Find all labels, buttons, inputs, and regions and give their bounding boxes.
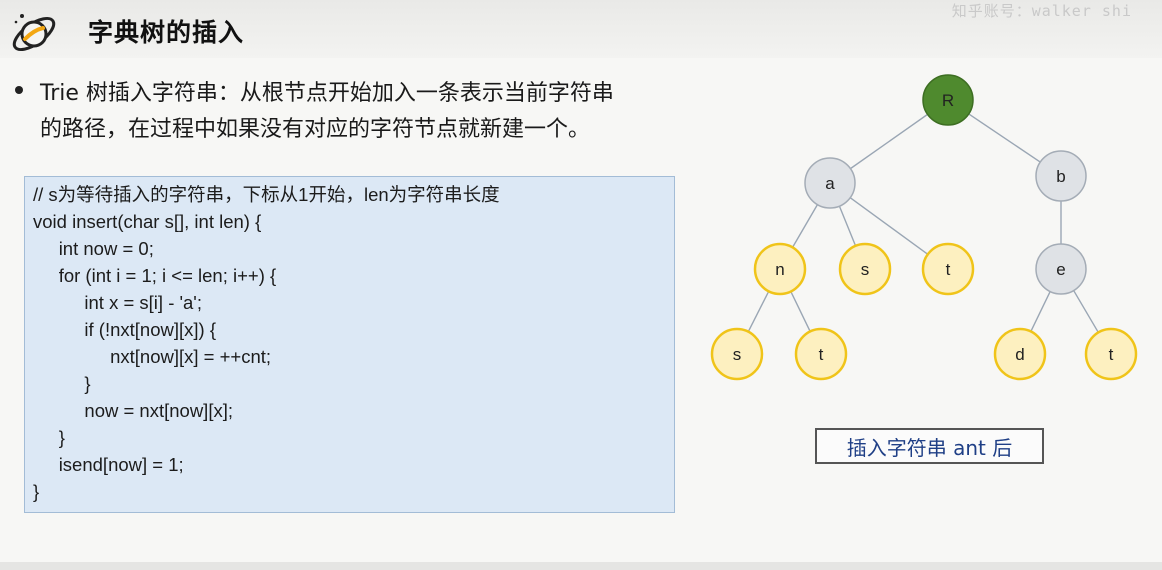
node-label: R: [942, 91, 954, 110]
tree-node-ant: t: [794, 327, 848, 381]
tree-node-as: s: [838, 242, 892, 296]
code-line: now = nxt[now][x];: [33, 400, 233, 421]
tree-node-ans: s: [710, 327, 764, 381]
tree-node-an: n: [753, 242, 807, 296]
watermark: 知乎账号：walker shi: [951, 2, 1132, 20]
tree-edge: [850, 113, 928, 170]
tree-node-bet: t: [1084, 327, 1138, 381]
caption-text: 插入字符串 ant 后: [846, 435, 1013, 460]
code-line: }: [33, 427, 65, 448]
node-label: t: [819, 345, 824, 364]
node-label: s: [861, 260, 870, 279]
code-line: int x = s[i] - 'a';: [33, 292, 202, 313]
node-label: b: [1056, 167, 1065, 186]
tree-edge: [1030, 291, 1051, 332]
node-label: s: [733, 345, 742, 364]
node-label: d: [1015, 345, 1024, 364]
code-line: for (int i = 1; i <= len; i++) {: [33, 265, 277, 286]
footer-bar: [0, 562, 1162, 570]
node-label: a: [825, 174, 835, 193]
code-line: }: [33, 373, 91, 394]
tree-node-be: e: [1035, 243, 1087, 295]
code-line: void insert(char s[], int len) {: [33, 211, 262, 232]
code-text: // s为等待插入的字符串，下标从1开始，len为字符串长度 void inser…: [25, 177, 674, 505]
code-line: // s为等待插入的字符串，下标从1开始，len为字符串长度: [33, 184, 500, 205]
node-label: n: [775, 260, 784, 279]
tree-edge: [747, 290, 770, 333]
bullet-dot: [15, 86, 23, 94]
tree-edge: [968, 113, 1041, 163]
trie-diagram: Ra b n s t e s t d t: [710, 74, 1138, 381]
bullet-text: Trie 树插入字符串：从根节点开始加入一条表示当前字符串 的路径，在过程中如果…: [40, 81, 614, 142]
tree-edge: [790, 291, 811, 332]
slide-title: 字典树的插入: [88, 18, 245, 47]
code-line: }: [33, 481, 40, 502]
caption-box: 插入字符串 ant 后: [815, 428, 1044, 464]
node-label: e: [1056, 260, 1065, 279]
tree-edge: [838, 205, 857, 247]
code-block: // s为等待插入的字符串，下标从1开始，len为字符串长度 void inser…: [24, 176, 675, 513]
code-line: nxt[now][x] = ++cnt;: [33, 346, 272, 367]
node-label: t: [946, 260, 951, 279]
tree-edge: [1073, 290, 1099, 333]
code-line: isend[now] = 1;: [33, 454, 184, 475]
tree-node-R: R: [922, 74, 974, 126]
code-line: int now = 0;: [33, 238, 154, 259]
tree-node-at: t: [921, 242, 975, 296]
tree-edge: [791, 204, 819, 248]
planet-logo-icon: [12, 14, 56, 52]
tree-node-b: b: [1035, 150, 1087, 202]
code-line: if (!nxt[now][x]) {: [33, 319, 216, 340]
tree-node-bed: d: [993, 327, 1047, 381]
node-label: t: [1109, 345, 1114, 364]
tree-node-a: a: [804, 157, 856, 209]
